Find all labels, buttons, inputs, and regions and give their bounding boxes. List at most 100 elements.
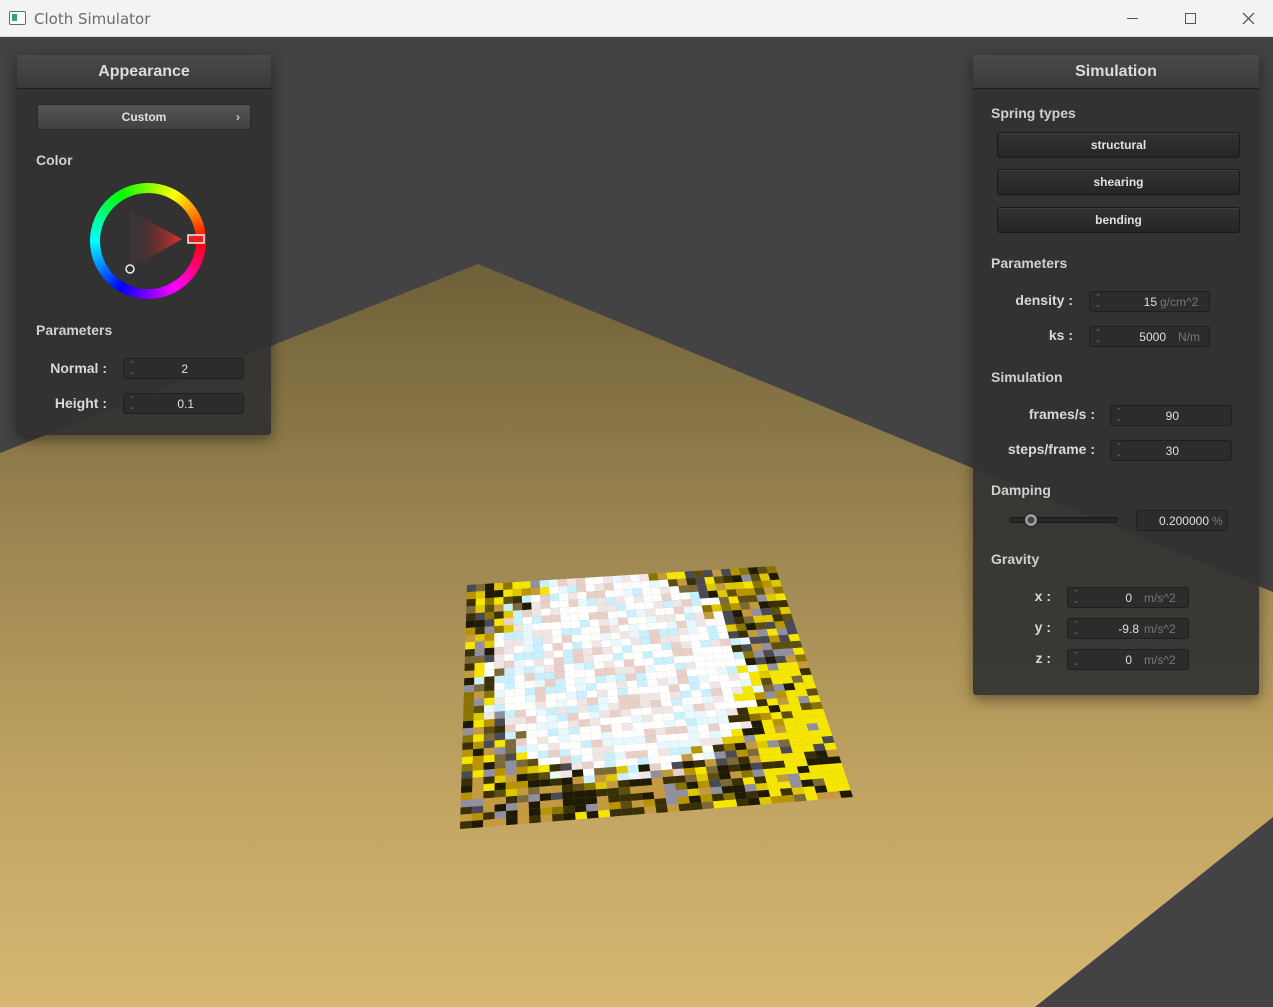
cloth-cell [532, 616, 542, 624]
cloth-cell [718, 722, 731, 731]
cloth-cell [660, 642, 672, 651]
spinner-arrows-icon[interactable]: ⌃ ⌄ [1094, 294, 1102, 310]
cloth-cell [609, 808, 622, 817]
cloth-cell [465, 641, 475, 650]
cloth-cell [563, 656, 574, 665]
cloth-cell [553, 657, 564, 665]
cloth-cell [607, 611, 618, 619]
cloth-cell [739, 602, 751, 610]
spinner-arrows-icon[interactable]: ⌃ ⌄ [1115, 443, 1123, 459]
cloth-cell [695, 619, 707, 627]
cloth-cell [503, 632, 514, 640]
cloth-cell [652, 650, 664, 658]
damping-slider[interactable] [1009, 513, 1118, 527]
cloth-cell [770, 642, 783, 650]
shearing-spring-toggle[interactable]: shearing [997, 169, 1240, 195]
cloth-cell [653, 657, 665, 665]
bending-spring-toggle[interactable]: bending [997, 207, 1240, 233]
gravity-z-label: z : [1035, 650, 1051, 666]
cloth-cell [715, 708, 728, 717]
close-button[interactable] [1219, 0, 1273, 36]
fps-input[interactable]: ⌃ ⌄ 90 [1110, 405, 1232, 426]
cloth-cell [503, 639, 514, 647]
spinner-arrows-icon[interactable]: ⌃ ⌄ [1115, 408, 1123, 424]
cloth-cell [646, 615, 657, 624]
color-triangle[interactable] [90, 183, 206, 299]
cloth-cell [494, 718, 505, 727]
cloth-cell [461, 756, 473, 765]
hue-picker-handle[interactable] [187, 234, 205, 244]
structural-label: structural [1090, 138, 1147, 152]
cloth-cell [687, 584, 699, 593]
gravity-x-input[interactable]: ⌃ ⌄ 0 m/s^2 [1067, 587, 1189, 608]
height-input[interactable]: ⌃ ⌄ 0.1 [123, 393, 244, 414]
cloth-cell [634, 665, 646, 674]
cloth-cell [654, 727, 667, 736]
cloth-cell [670, 592, 682, 601]
cloth-cell [823, 777, 837, 786]
cloth-cell [556, 699, 568, 708]
minimize-button[interactable] [1103, 0, 1161, 36]
maximize-button[interactable] [1161, 0, 1219, 36]
cloth-cell [684, 571, 696, 579]
cloth-cell [546, 707, 558, 716]
steps-input[interactable]: ⌃ ⌄ 30 [1110, 440, 1232, 461]
cloth-cell [460, 799, 473, 808]
cloth-cell [514, 695, 526, 704]
damping-input[interactable]: 0.200000 % [1136, 510, 1228, 531]
cloth-cell [655, 614, 667, 623]
cloth-cell [779, 788, 794, 796]
damping-slider-handle[interactable] [1024, 513, 1038, 527]
cloth-cell [559, 600, 570, 608]
cloth-cell [590, 633, 602, 641]
cloth-cell [706, 625, 718, 634]
cloth-cell [651, 706, 663, 715]
cloth-cell [658, 748, 671, 757]
cloth-cell [514, 688, 526, 697]
cloth-cell [544, 664, 555, 673]
3d-viewport[interactable]: Appearance Custom › Color Parameters Nor… [0, 37, 1273, 1007]
cloth-cell [533, 651, 544, 660]
cloth-cell [561, 777, 573, 786]
cloth-cell [789, 668, 802, 677]
spinner-arrows-icon[interactable]: ⌃ ⌄ [1072, 652, 1080, 668]
cloth-cell [734, 791, 748, 800]
ks-input[interactable]: ⌃ ⌄ 5000 N/m [1089, 326, 1210, 347]
cloth-cell [657, 678, 669, 686]
cloth-cell [524, 680, 535, 689]
cloth-cell [619, 793, 632, 802]
cloth-cell [726, 708, 739, 716]
gravity-z-input[interactable]: ⌃ ⌄ 0 m/s^2 [1067, 649, 1189, 670]
cloth-cell [630, 637, 642, 646]
density-input[interactable]: ⌃ ⌄ 15 g/cm^2 [1089, 291, 1210, 312]
spinner-arrows-icon[interactable]: ⌃ ⌄ [128, 396, 136, 412]
cloth-cell [483, 733, 495, 742]
cloth-cell [655, 734, 668, 743]
cloth-cell [592, 647, 603, 656]
cloth-cell [545, 686, 556, 694]
cloth-cell [799, 702, 813, 711]
spinner-arrows-icon[interactable]: ⌃ ⌄ [128, 361, 136, 377]
cloth-cell [651, 643, 663, 651]
spinner-arrows-icon[interactable]: ⌃ ⌄ [1072, 590, 1080, 606]
shader-select-button[interactable]: Custom › [37, 104, 251, 130]
cloth-cell [557, 578, 568, 587]
cloth-cell [644, 806, 657, 814]
cloth-cell [494, 604, 504, 612]
spinner-arrows-icon[interactable]: ⌃ ⌄ [1094, 329, 1102, 345]
cloth-cell [676, 620, 688, 629]
gravity-y-input[interactable]: ⌃ ⌄ -9.8 m/s^2 [1067, 618, 1189, 639]
cloth-cell [767, 740, 780, 748]
normal-input[interactable]: ⌃ ⌄ 2 [123, 358, 244, 379]
spinner-arrows-icon[interactable]: ⌃ ⌄ [1072, 621, 1080, 637]
cloth-cell [494, 597, 504, 605]
cloth-cell [559, 607, 570, 615]
cloth-cell [686, 781, 699, 790]
cloth-cell [484, 633, 495, 642]
cloth-cell [723, 743, 736, 752]
structural-spring-toggle[interactable]: structural [997, 132, 1240, 158]
color-wheel[interactable] [90, 183, 206, 299]
cloth-cell [615, 674, 627, 682]
normal-value: 2 [181, 362, 188, 376]
cloth-cell [544, 671, 555, 680]
